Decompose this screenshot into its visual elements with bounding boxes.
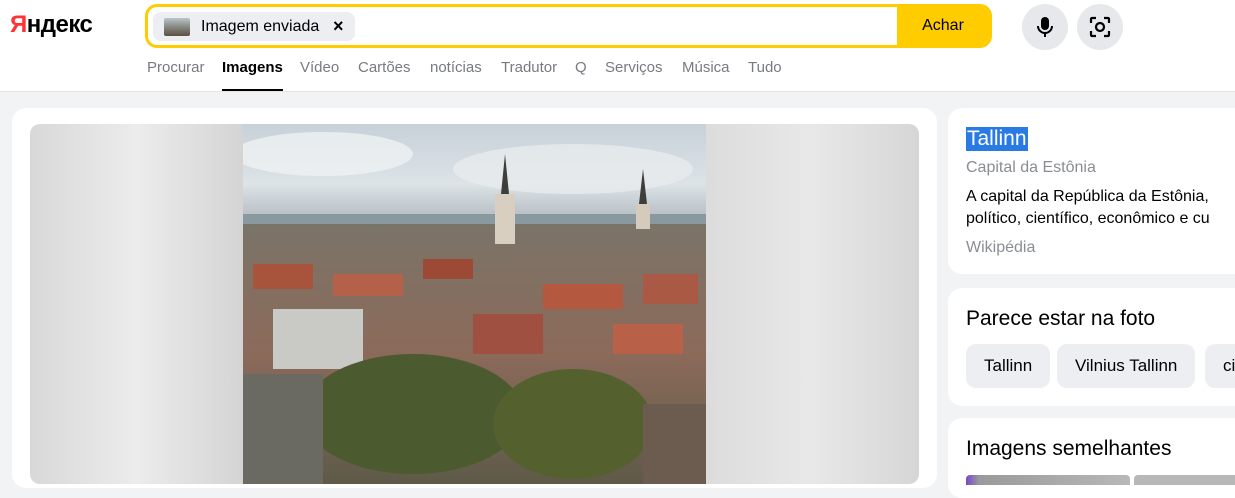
- image-search-button[interactable]: [1077, 4, 1123, 50]
- seems-in-photo-card: Parece estar na foto Tallinn Vilnius Tal…: [948, 288, 1235, 406]
- header: Яндекс Imagem enviada × Achar Procurar I…: [0, 0, 1235, 92]
- tab-servicos[interactable]: Serviços: [605, 59, 663, 91]
- yandex-logo[interactable]: Яндекс: [10, 11, 93, 39]
- tab-video[interactable]: Vídeo: [300, 59, 339, 91]
- entity-card: Tallinn Capital da Estônia A capital da …: [948, 108, 1235, 274]
- image-preview-frame: [30, 124, 919, 484]
- entity-description-line-1: A capital da República da Estônia,: [966, 188, 1209, 205]
- uploaded-image-thumbnail: [164, 18, 190, 36]
- similar-images-card: Imagens semelhantes: [948, 418, 1235, 498]
- tab-noticias[interactable]: notícias: [430, 59, 482, 91]
- lens-icon: [1089, 16, 1111, 38]
- mic-icon: [1037, 17, 1053, 37]
- tab-tradutor[interactable]: Tradutor: [501, 59, 557, 91]
- entity-subtitle: Capital da Estônia: [966, 159, 1096, 176]
- tag-tallinn[interactable]: Tallinn: [966, 344, 1051, 388]
- uploaded-image-chip[interactable]: Imagem enviada ×: [153, 12, 355, 41]
- voice-search-button[interactable]: [1022, 4, 1068, 50]
- entity-description-line-2: político, científico, econômico e cu: [966, 210, 1210, 227]
- tag-vilnius-tallinn[interactable]: Vilnius Tallinn: [1057, 344, 1196, 388]
- logo-first-letter: Я: [10, 11, 27, 38]
- tab-imagens[interactable]: Imagens: [222, 59, 283, 91]
- entity-description: A capital da República da Estônia, polít…: [966, 186, 1210, 230]
- entity-title[interactable]: Tallinn: [966, 127, 1028, 151]
- tab-q[interactable]: Q: [575, 59, 587, 91]
- search-button[interactable]: Achar: [897, 7, 989, 45]
- tab-cartoes[interactable]: Cartões: [358, 59, 411, 91]
- seems-in-photo-title: Parece estar na foto: [966, 307, 1156, 330]
- close-icon[interactable]: ×: [333, 16, 344, 37]
- tag-partial[interactable]: ci: [1205, 344, 1235, 388]
- entity-source-link[interactable]: Wikipédia: [966, 239, 1035, 257]
- tab-musica[interactable]: Música: [682, 59, 730, 91]
- uploaded-photo[interactable]: [243, 124, 706, 484]
- search-tabs: Procurar Imagens Vídeo Cartões notícias …: [0, 59, 1235, 91]
- tab-tudo[interactable]: Tudo: [748, 59, 782, 91]
- search-bar[interactable]: Imagem enviada × Achar: [145, 4, 992, 48]
- tab-procurar[interactable]: Procurar: [147, 59, 205, 91]
- chip-label: Imagem enviada: [201, 18, 320, 35]
- logo-rest: ндекс: [26, 11, 93, 38]
- similar-images-title: Imagens semelhantes: [966, 437, 1172, 460]
